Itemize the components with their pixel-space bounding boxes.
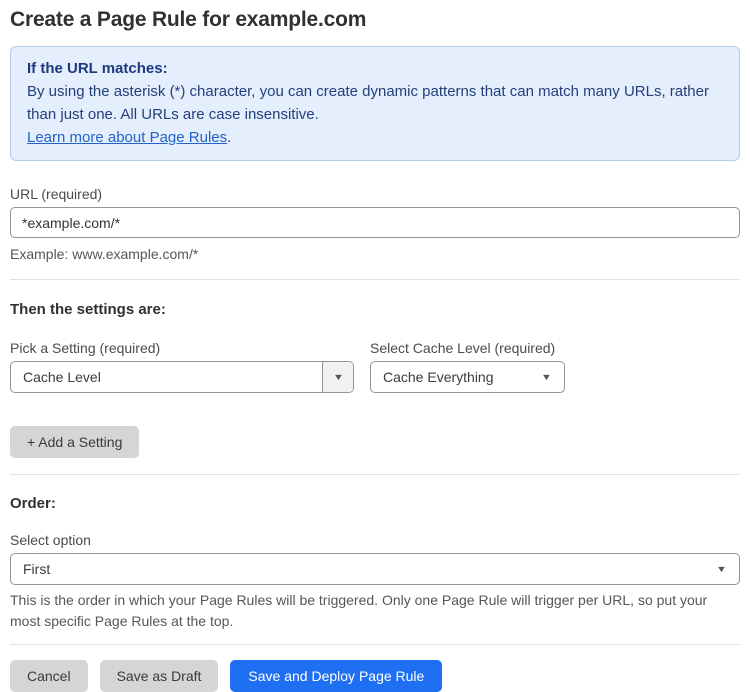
info-box-body: By using the asterisk (*) character, you… — [27, 83, 709, 123]
pick-setting-value: Cache Level — [23, 369, 101, 385]
order-value: First — [23, 561, 51, 577]
footer-actions: Cancel Save as Draft Save and Deploy Pag… — [10, 660, 740, 692]
learn-more-link[interactable]: Learn more about Page Rules — [27, 129, 227, 146]
settings-row: Pick a Setting (required) Cache Level ▼ … — [10, 340, 740, 393]
url-field-label: URL (required) — [10, 186, 103, 202]
order-help-text: This is the order in which your Page Rul… — [10, 592, 708, 629]
page-title: Create a Page Rule for example.com — [10, 8, 367, 31]
order-section-heading: Order: — [10, 495, 56, 512]
settings-section-heading: Then the settings are: — [10, 301, 166, 318]
cache-level-label: Select Cache Level (required) — [370, 340, 556, 356]
divider — [10, 279, 740, 280]
info-box-link-line: Learn more about Page Rules. — [27, 126, 723, 149]
add-setting-wrap: + Add a Setting — [10, 426, 740, 458]
chevron-down-icon: ▼ — [332, 371, 344, 382]
cache-level-dropdown[interactable]: Cache Everything ▼ — [370, 361, 565, 393]
pick-setting-dropdown[interactable]: Cache Level ▼ — [10, 361, 354, 393]
link-period: . — [227, 129, 232, 146]
pick-setting-label: Pick a Setting (required) — [10, 340, 161, 356]
dropdown-arrow-button[interactable]: ▼ — [322, 362, 353, 392]
cache-level-group: Select Cache Level (required) Cache Ever… — [370, 340, 565, 393]
pick-setting-group: Pick a Setting (required) Cache Level ▼ — [10, 340, 354, 393]
url-field-group: URL (required) Example: www.example.com/… — [10, 186, 740, 265]
chevron-down-icon: ▼ — [715, 563, 728, 574]
order-select-label: Select option — [10, 532, 91, 548]
url-match-info-box: If the URL matches: By using the asteris… — [10, 46, 740, 161]
dropdown-arrow: ▼ — [540, 371, 564, 382]
dropdown-arrow: ▼ — [715, 563, 739, 574]
divider — [10, 474, 740, 475]
cache-level-value: Cache Everything — [383, 369, 494, 385]
url-input[interactable] — [10, 207, 740, 238]
save-as-draft-button[interactable]: Save as Draft — [99, 660, 219, 692]
chevron-down-icon: ▼ — [540, 371, 553, 382]
create-page-rule-form: Create a Page Rule for example.com If th… — [0, 0, 750, 692]
order-dropdown[interactable]: First ▼ — [10, 553, 740, 585]
cancel-button[interactable]: Cancel — [10, 660, 88, 692]
divider — [10, 644, 740, 645]
info-box-heading: If the URL matches: — [27, 60, 168, 77]
save-and-deploy-button[interactable]: Save and Deploy Page Rule — [230, 660, 443, 692]
url-example-text: Example: www.example.com/* — [10, 246, 199, 262]
add-setting-button[interactable]: + Add a Setting — [10, 426, 140, 458]
